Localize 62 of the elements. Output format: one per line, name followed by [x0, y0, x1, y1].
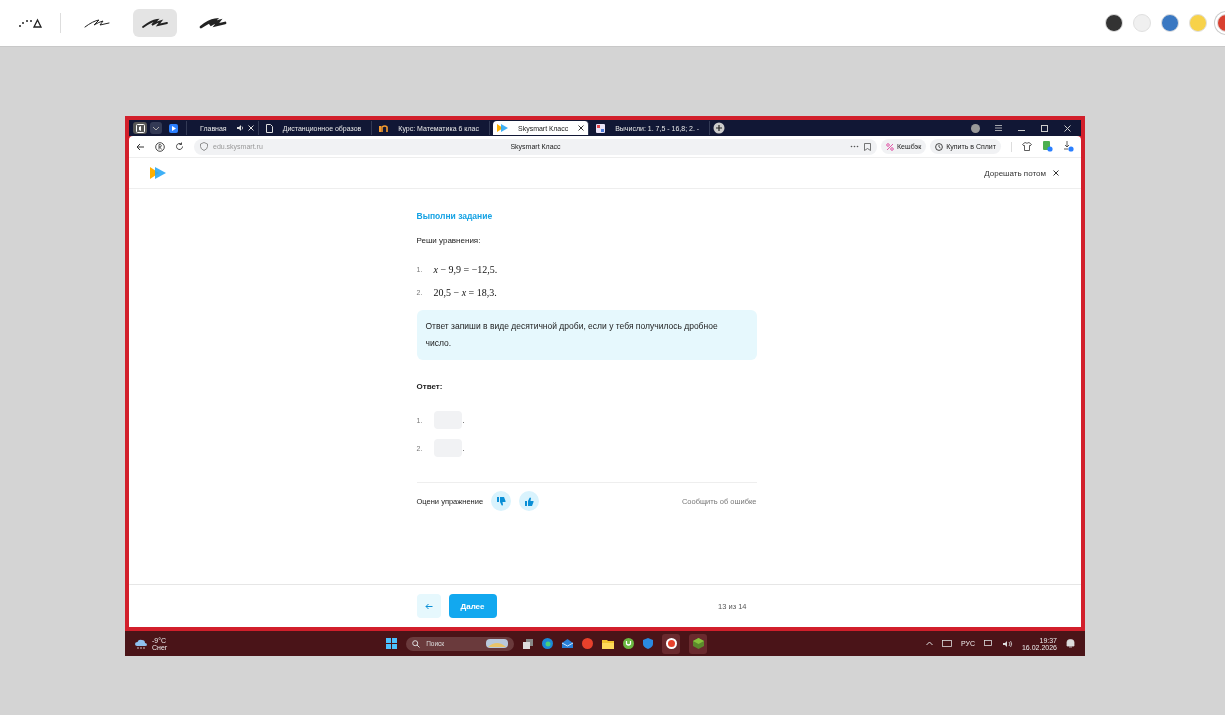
- thumbs-up-icon: [524, 496, 534, 506]
- equation: x − 9,9 = −12,5.: [433, 264, 498, 275]
- notification-icon[interactable]: [1066, 639, 1075, 648]
- hint-note: Ответ запиши в виде десятичной дроби, если у тебя получилось дробное число.: [416, 310, 757, 360]
- download-icon[interactable]: [1063, 141, 1074, 152]
- keyboard-icon[interactable]: [941, 640, 952, 647]
- reload-icon[interactable]: [175, 142, 184, 151]
- pen-tool[interactable]: [133, 9, 177, 37]
- answer-label: Ответ:: [416, 382, 444, 391]
- caret-icon[interactable]: [150, 122, 162, 134]
- app-icon[interactable]: [582, 638, 594, 649]
- task-prompt: Реши уравнения:: [416, 236, 482, 245]
- pen-stroke-icon: [83, 17, 111, 29]
- image-icon: [596, 123, 606, 133]
- skysmart-logo[interactable]: [150, 167, 166, 179]
- start-icon[interactable]: [386, 638, 398, 649]
- pen-stroke-icon: [141, 17, 169, 29]
- shield-icon[interactable]: [643, 638, 654, 649]
- solve-later-button[interactable]: Дорешать потом: [984, 168, 1059, 178]
- document-icon: [265, 123, 273, 133]
- equation: 20,5 − x = 18,3.: [433, 287, 497, 298]
- color-swatch[interactable]: [1161, 14, 1179, 32]
- task-heading: Выполни задание: [416, 211, 494, 221]
- speaker-icon[interactable]: [1002, 639, 1013, 648]
- color-swatch[interactable]: [1189, 14, 1207, 32]
- arrow-left-icon: [424, 602, 433, 610]
- folder-icon[interactable]: [602, 638, 615, 649]
- more-icon[interactable]: [850, 145, 860, 148]
- new-tab-icon[interactable]: [713, 122, 726, 134]
- site-icon: [379, 124, 389, 132]
- thumbs-down-icon: [496, 496, 506, 506]
- task-view-icon[interactable]: [523, 638, 534, 649]
- lasso-icon: [17, 17, 43, 29]
- speaker-icon[interactable]: [236, 125, 244, 131]
- shield-icon: [200, 142, 208, 151]
- play-icon: [169, 123, 178, 133]
- back-icon[interactable]: [136, 142, 145, 151]
- weather-icon[interactable]: [135, 638, 147, 649]
- close-icon: [1053, 170, 1059, 176]
- extension-icon[interactable]: [1042, 141, 1053, 152]
- skysmart-icon: [496, 124, 508, 132]
- color-swatch[interactable]: [1105, 14, 1123, 32]
- cube-icon[interactable]: [689, 633, 708, 654]
- percent-icon: [886, 142, 895, 151]
- chevron-up-icon[interactable]: [925, 641, 933, 646]
- network-icon[interactable]: [983, 639, 994, 648]
- period-text: .: [462, 443, 465, 453]
- mail-icon[interactable]: [562, 638, 574, 649]
- search-icon: [412, 639, 421, 648]
- color-swatch[interactable]: [1133, 14, 1151, 32]
- browser-icon[interactable]: [542, 638, 554, 649]
- thumbs-down-button[interactable]: [491, 491, 512, 511]
- thumbs-up-button[interactable]: [519, 491, 540, 511]
- torrent-icon[interactable]: [623, 638, 635, 649]
- shirt-icon[interactable]: [1022, 142, 1032, 151]
- clock-icon: [935, 142, 944, 151]
- landscape-icon: [486, 639, 509, 648]
- pen-stroke-icon: [199, 17, 227, 29]
- period-text: .: [462, 415, 465, 425]
- sidebar-toggle-icon[interactable]: [133, 122, 147, 134]
- close-icon[interactable]: [578, 125, 585, 131]
- bookmark-icon[interactable]: [864, 142, 872, 151]
